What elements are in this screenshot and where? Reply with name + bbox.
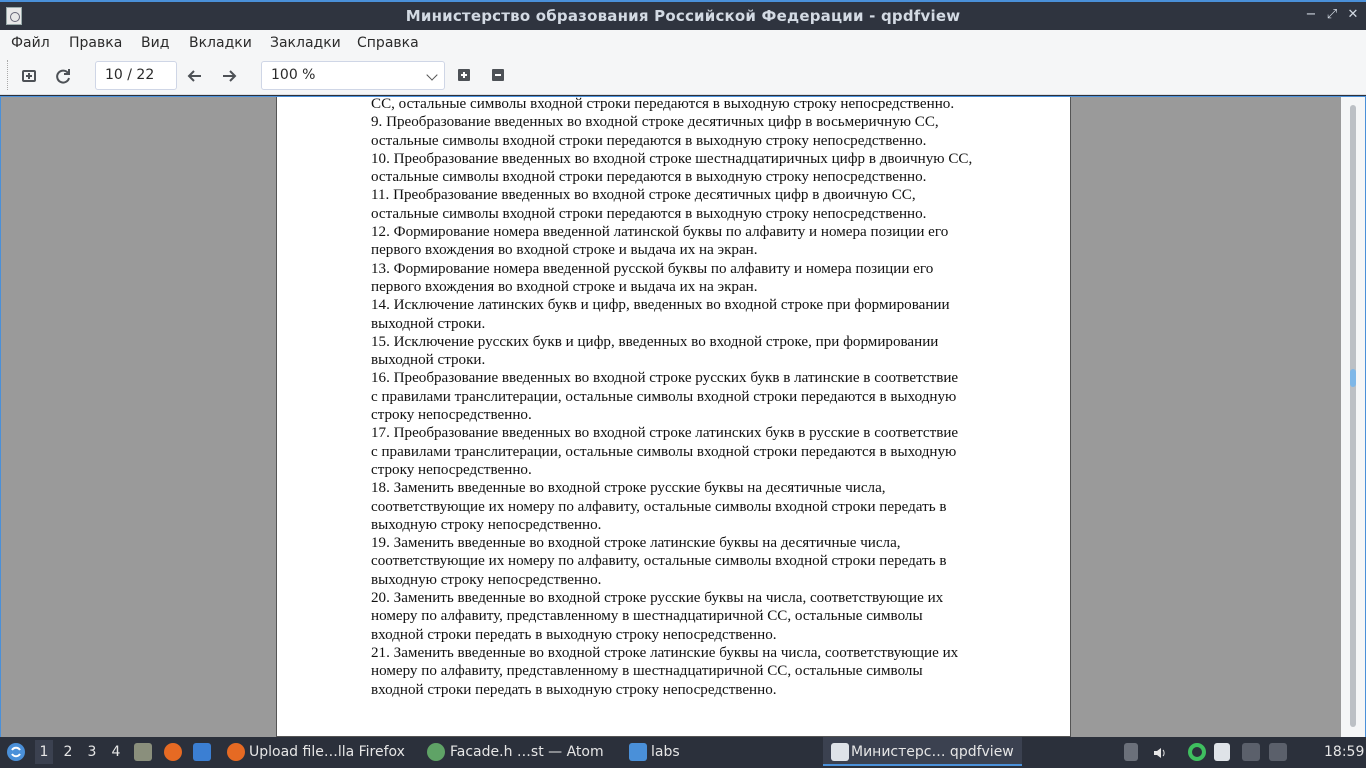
text-line: входной строки передать в выходную строк… — [371, 681, 777, 698]
menu-bar: Файл Правка Вид Вкладки Закладки Справка — [0, 30, 1366, 57]
text-line: 20. Заменить введенные во входной строке… — [371, 590, 944, 607]
text-line: первого вхождения во входной строке и вы… — [371, 278, 758, 295]
text-line: номеру по алфавиту, представленному в ше… — [371, 663, 923, 680]
chevron-down-icon — [426, 69, 438, 81]
minimize-button[interactable]: − — [1302, 6, 1320, 24]
text-line: первого вхождения во входной строке и вы… — [371, 242, 758, 259]
zoom-out-button[interactable] — [492, 69, 504, 81]
text-line: номеру по алфавиту, представленному в ше… — [371, 608, 923, 625]
menu-edit[interactable]: Правка — [69, 35, 122, 51]
text-line: остальные символы входной строки передаю… — [371, 132, 927, 149]
page-number-field[interactable]: 10 / 22 — [95, 61, 177, 90]
volume-icon[interactable] — [1151, 744, 1169, 762]
text-line: 21. Заменить введенные во входной строке… — [371, 644, 959, 661]
task-labs[interactable]: labs — [651, 744, 680, 760]
text-line: 16. Преобразование введенных во входной … — [371, 370, 959, 387]
text-line: 11. Преобразование введенных во входной … — [371, 187, 916, 204]
menu-view[interactable]: Вид — [141, 35, 169, 51]
arrow-left-icon — [187, 70, 201, 82]
refresh-icon — [56, 69, 70, 84]
workspace-4[interactable]: 4 — [107, 744, 125, 760]
network-tray-icon[interactable] — [1188, 743, 1206, 761]
text-line: с правилами транслитерации, остальные си… — [371, 388, 957, 405]
text-line: 13. Формирование номера введенной русско… — [371, 260, 934, 277]
text-line: 9. Преобразование введенных во входной с… — [371, 114, 939, 131]
taskbar: 1 2 3 4 Upload file…lla Firefox Facade.h… — [0, 737, 1366, 768]
text-line: выходную строку непосредственно. — [371, 516, 602, 533]
window-title: Министерство образования Российской Феде… — [405, 7, 961, 25]
refresh-button[interactable] — [52, 65, 74, 87]
text-line: 10. Преобразование введенных во входной … — [371, 150, 973, 167]
firefox-launcher-icon[interactable] — [164, 743, 182, 761]
menu-help[interactable]: Справка — [357, 35, 419, 51]
text-line: остальные символы входной строки передаю… — [371, 169, 927, 186]
open-file-button[interactable] — [18, 65, 40, 87]
scroll-position-marker — [1350, 369, 1356, 387]
zoom-select[interactable]: 100 % — [261, 61, 445, 90]
pdf-page[interactable]: СС, остальные символы входной строки пер… — [276, 95, 1071, 737]
next-page-button[interactable] — [218, 65, 240, 87]
text-line: СС, остальные символы входной строки пер… — [371, 96, 955, 112]
text-line: 19. Заменить введенные во входной строке… — [371, 535, 901, 552]
workspace-1[interactable]: 1 — [35, 740, 53, 764]
text-line: выходной строки. — [371, 352, 486, 369]
task-qpdfview[interactable]: Министерс… qpdfview — [851, 744, 1014, 760]
text-line: строку непосредственно. — [371, 407, 532, 424]
toolbar-grip[interactable] — [7, 60, 10, 90]
firefox-task-icon — [227, 743, 245, 761]
text-line: выходную строку непосредственно. — [371, 571, 602, 588]
task-firefox[interactable]: Upload file…lla Firefox — [249, 744, 405, 760]
text-line: соответствующие их номеру по алфавиту, о… — [371, 553, 947, 570]
text-line: 14. Исключение латинских букв и цифр, вв… — [371, 297, 950, 314]
open-file-icon — [22, 70, 36, 82]
text-line: 15. Исключение русских букв и цифр, введ… — [371, 333, 939, 350]
terminal-launcher-icon[interactable] — [193, 743, 211, 761]
scrollbar-thumb[interactable] — [1350, 105, 1356, 727]
usb-tray-icon[interactable] — [1124, 743, 1138, 761]
text-line: с правилами транслитерации, остальные си… — [371, 443, 957, 460]
menu-bookmarks[interactable]: Закладки — [270, 35, 341, 51]
clipboard-tray-icon[interactable] — [1214, 743, 1230, 761]
task-atom[interactable]: Facade.h …st — Atom — [450, 744, 604, 760]
menu-tabs[interactable]: Вкладки — [189, 35, 252, 51]
text-line: остальные символы входной строки передаю… — [371, 205, 927, 222]
title-bar: Министерство образования Российской Феде… — [0, 0, 1366, 30]
text-line: входной строки передать в выходную строк… — [371, 626, 777, 643]
qpdfview-task-icon — [831, 743, 849, 761]
text-line: строку непосредственно. — [371, 461, 532, 478]
workspace-2[interactable]: 2 — [59, 744, 77, 760]
text-line: выходной строки. — [371, 315, 486, 332]
close-button[interactable]: ✕ — [1344, 6, 1362, 24]
notification-tray-icon[interactable] — [1269, 743, 1287, 761]
atom-task-icon — [427, 743, 445, 761]
text-line: 17. Преобразование введенных во входной … — [371, 425, 959, 442]
vertical-scrollbar[interactable] — [1341, 97, 1365, 737]
folder-task-icon — [629, 743, 647, 761]
clock[interactable]: 18:59 — [1324, 744, 1364, 760]
previous-page-button[interactable] — [184, 65, 206, 87]
display-tray-icon[interactable] — [1242, 743, 1260, 761]
document-viewer[interactable]: СС, остальные символы входной строки пер… — [0, 96, 1366, 737]
menu-file[interactable]: Файл — [11, 35, 50, 51]
start-menu-icon[interactable] — [5, 741, 27, 763]
toolbar: 10 / 22 100 % — [0, 57, 1366, 95]
file-manager-launcher-icon[interactable] — [134, 743, 152, 761]
page-text: СС, остальные символы входной строки пер… — [371, 95, 1013, 699]
text-line: 18. Заменить введенные во входной строке… — [371, 480, 886, 497]
arrow-right-icon — [223, 70, 237, 82]
zoom-in-button[interactable] — [458, 69, 470, 81]
workspace-3[interactable]: 3 — [83, 744, 101, 760]
text-line: 12. Формирование номера введенной латинс… — [371, 224, 949, 241]
text-line: соответствующие их номеру по алфавиту, о… — [371, 498, 947, 515]
zoom-value: 100 % — [271, 67, 316, 83]
maximize-button[interactable]: ⤢ — [1323, 6, 1341, 24]
